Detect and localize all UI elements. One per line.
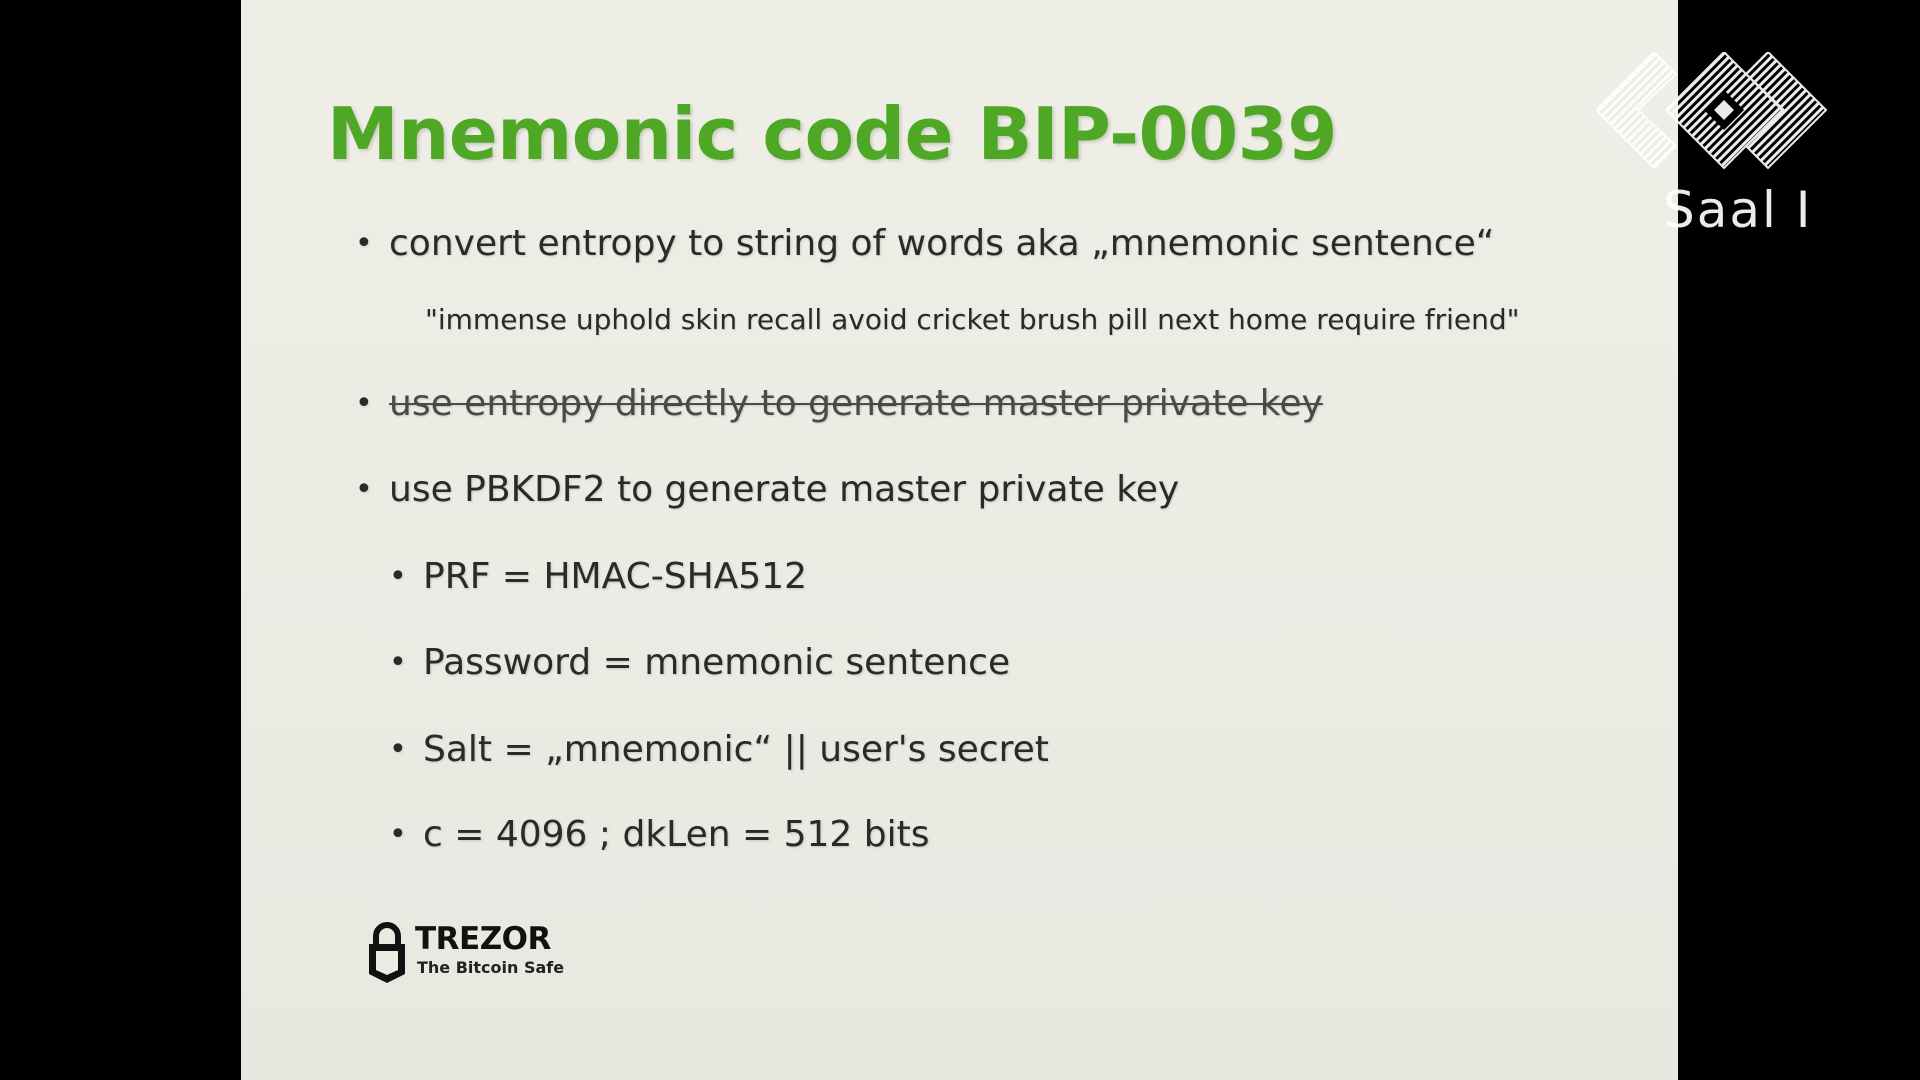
example-mnemonic-sentence: "immense uphold skin recall avoid cricke… (425, 303, 1520, 336)
sub-bullet-text: PRF = HMAC-SHA512 (423, 556, 807, 597)
bullet-convert-entropy: • convert entropy to string of words aka… (355, 222, 1495, 266)
trezor-logo: TREZOR The Bitcoin Safe (367, 918, 567, 986)
lock-icon (369, 922, 405, 983)
slide-title: Mnemonic code BIP-0039 (327, 92, 1337, 176)
bullet-dot: • (389, 732, 407, 767)
bullet-text: use PBKDF2 to generate master private ke… (389, 469, 1180, 510)
bullet-use-pbkdf2: • use PBKDF2 to generate master private … (355, 468, 1180, 512)
sub-bullet-prf: • PRF = HMAC-SHA512 (389, 555, 807, 599)
sub-bullet-salt: • Salt = „mnemonic“ || user's secret (389, 728, 1049, 772)
hall-label: Saal I (1663, 181, 1813, 239)
bullet-text-struck: use entropy directly to generate master … (389, 383, 1323, 424)
bullet-dot: • (355, 226, 373, 261)
sub-bullet-password: • Password = mnemonic sentence (389, 641, 1011, 685)
conference-logo-icon (1596, 52, 1828, 170)
bullet-dot: • (389, 645, 407, 680)
bullet-dot: • (355, 386, 373, 421)
bullet-text: convert entropy to string of words aka „… (389, 223, 1495, 264)
bullet-use-entropy-directly: • use entropy directly to generate maste… (355, 382, 1323, 426)
bullet-dot: • (355, 472, 373, 507)
sub-bullet-iterations: • c = 4096 ; dkLen = 512 bits (389, 813, 930, 857)
sub-bullet-text: Salt = „mnemonic“ || user's secret (423, 729, 1049, 770)
bullet-dot: • (389, 817, 407, 852)
trezor-name: TREZOR (415, 921, 551, 957)
trezor-tagline: The Bitcoin Safe (417, 958, 565, 977)
slide: Mnemonic code BIP-0039 • convert entropy… (241, 0, 1678, 1080)
bullet-dot: • (389, 559, 407, 594)
sub-bullet-text: Password = mnemonic sentence (423, 642, 1011, 683)
sub-bullet-text: c = 4096 ; dkLen = 512 bits (423, 814, 930, 855)
